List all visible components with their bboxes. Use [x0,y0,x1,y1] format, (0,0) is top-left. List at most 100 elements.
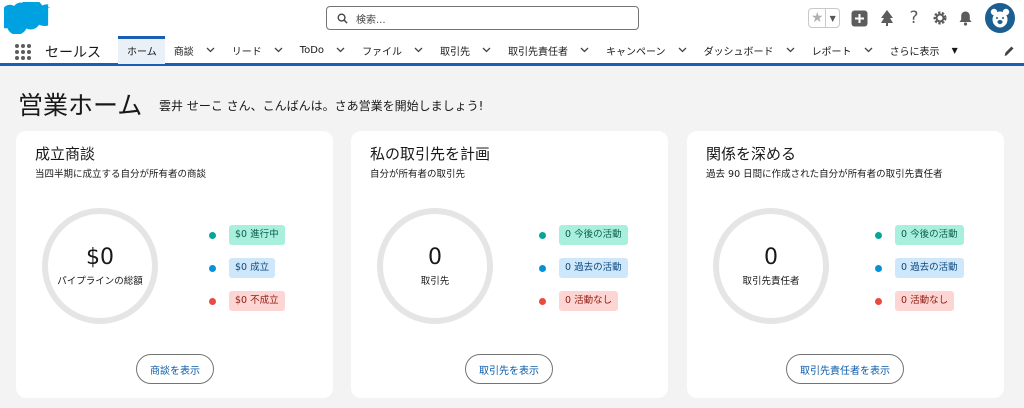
plan-accounts-card: 私の取引先を計画 自分が所有者の取引先 0 取引先 0 今後の活動 0 過去の活… [351,131,668,398]
status-pill: 0 活動なし [559,291,619,311]
card-subtitle: 自分が所有者の取引先 [370,169,466,180]
nav-tabs: ホーム 商談 リード ToDo ファイル 取引先 取引先責任者 キャンペーン ダ… [118,36,966,64]
blue-dot [209,264,216,272]
legend-item: 0 過去の活動 [539,257,628,279]
red-dot [875,297,882,305]
card-subtitle: 過去 90 日間に作成された自分が所有者の取引先責任者 [706,169,943,180]
tab-dashboards[interactable]: ダッシュボード [695,36,803,64]
red-dot [539,297,546,305]
status-pill: 0 過去の活動 [559,258,628,278]
search-icon [337,13,348,24]
favorites-button-group: ★ ▼ [808,8,840,28]
tab-label: キャンペーン [606,46,666,58]
global-create-icon[interactable] [849,8,869,28]
chevron-down-icon[interactable] [580,47,589,53]
tab-opportunities[interactable]: 商談 [165,36,223,64]
edit-nav-pencil-icon[interactable] [1003,45,1015,57]
card-title: 成立商談 [35,145,96,163]
global-search-box[interactable]: 検索... [326,6,639,30]
card-title: 私の取引先を計画 [370,145,491,163]
chevron-down-icon[interactable] [786,47,795,53]
tab-label: レポート [811,46,852,58]
chevron-down-icon[interactable] [274,47,283,53]
setup-gear-icon[interactable] [930,8,950,28]
tab-files[interactable]: ファイル [353,36,431,64]
red-dot [209,297,216,305]
notifications-bell-icon[interactable] [955,8,975,28]
summary-label: 取引先責任者 [742,276,800,287]
tab-more[interactable]: さらに表示 ▼ [881,36,966,64]
chevron-down-icon[interactable] [678,47,687,53]
favorite-star-icon[interactable]: ★ [809,9,827,27]
app-launcher-icon[interactable] [15,44,31,60]
tab-label: 取引先 [440,46,471,58]
summary-label: 取引先 [420,276,450,287]
user-avatar[interactable] [985,3,1015,33]
tab-label: ホーム [127,46,157,58]
salesforce-cloud-logo[interactable] [4,2,50,34]
tab-accounts[interactable]: 取引先 [431,36,499,64]
view-accounts-button[interactable]: 取引先を表示 [465,354,553,384]
chevron-down-icon[interactable] [206,47,215,53]
summary-value: 0 [764,245,778,270]
summary-ring: $0 パイプラインの総額 [42,208,158,324]
tab-label: ToDo [299,44,325,56]
view-opportunities-button[interactable]: 商談を表示 [136,354,214,384]
app-navigation-bar: セールス ホーム 商談 リード ToDo ファイル 取引先 取引先責任者 キャン… [0,36,1024,66]
tab-contacts[interactable]: 取引先責任者 [499,36,597,64]
chevron-down-icon[interactable] [336,47,345,53]
teal-dot [539,231,546,239]
status-pill: 0 今後の活動 [559,225,628,245]
caret-down-icon: ▼ [951,45,958,55]
legend-item: $0 不成立 [209,290,285,312]
search-placeholder: 検索... [356,14,386,26]
legend-item: 0 過去の活動 [875,257,964,279]
legend-item: $0 進行中 [209,224,285,246]
summary-label: パイプラインの総額 [57,276,143,287]
tab-leads[interactable]: リード [223,36,291,64]
legend-item: $0 成立 [209,257,285,279]
tab-home[interactable]: ホーム [118,36,165,64]
status-legend: 0 今後の活動 0 過去の活動 0 活動なし [875,224,964,323]
avatar-bear-icon [990,8,1010,28]
tab-reports[interactable]: レポート [803,36,881,64]
tab-label: 取引先責任者 [508,46,569,58]
teal-dot [209,231,216,239]
status-pill: 0 過去の活動 [895,258,964,278]
card-title: 関係を深める [706,145,797,163]
favorites-dropdown-icon[interactable]: ▼ [826,9,839,27]
status-pill: $0 進行中 [229,225,285,245]
tab-label: ダッシュボード [703,46,774,58]
page-title: 営業ホーム [18,91,143,120]
tab-todo[interactable]: ToDo [291,36,353,64]
tab-label: リード [231,46,262,58]
chevron-down-icon[interactable] [414,47,423,53]
legend-item: 0 今後の活動 [539,224,628,246]
tab-label: さらに表示 [889,46,940,58]
blue-dot [875,264,882,272]
status-pill: 0 活動なし [895,291,955,311]
legend-item: 0 今後の活動 [875,224,964,246]
summary-value: 0 [428,245,442,270]
summary-ring: 0 取引先責任者 [713,208,829,324]
summary-ring: 0 取引先 [377,208,493,324]
trailhead-icon[interactable] [877,8,897,28]
tab-label: ファイル [362,46,403,58]
greeting-text: 雲井 せーこ さん、こんばんは。さあ営業を開始しましょう! [159,99,484,113]
legend-item: 0 活動なし [539,290,628,312]
deepen-relationships-card: 関係を深める 過去 90 日間に作成された自分が所有者の取引先責任者 0 取引先… [687,131,1004,398]
status-pill: $0 成立 [229,258,276,278]
global-header: 検索... ★ ▼ ? [0,0,1024,36]
status-pill: $0 不成立 [229,291,285,311]
tab-campaigns[interactable]: キャンペーン [597,36,695,64]
help-icon[interactable]: ? [904,8,924,28]
chevron-down-icon[interactable] [864,47,873,53]
blue-dot [539,264,546,272]
card-subtitle: 当四半期に成立する自分が所有者の商談 [35,169,207,180]
legend-item: 0 活動なし [875,290,964,312]
status-legend: 0 今後の活動 0 過去の活動 0 活動なし [539,224,628,323]
status-legend: $0 進行中 $0 成立 $0 不成立 [209,224,285,323]
chevron-down-icon[interactable] [482,47,491,53]
view-contacts-button[interactable]: 取引先責任者を表示 [786,354,904,384]
summary-value: $0 [86,245,114,270]
